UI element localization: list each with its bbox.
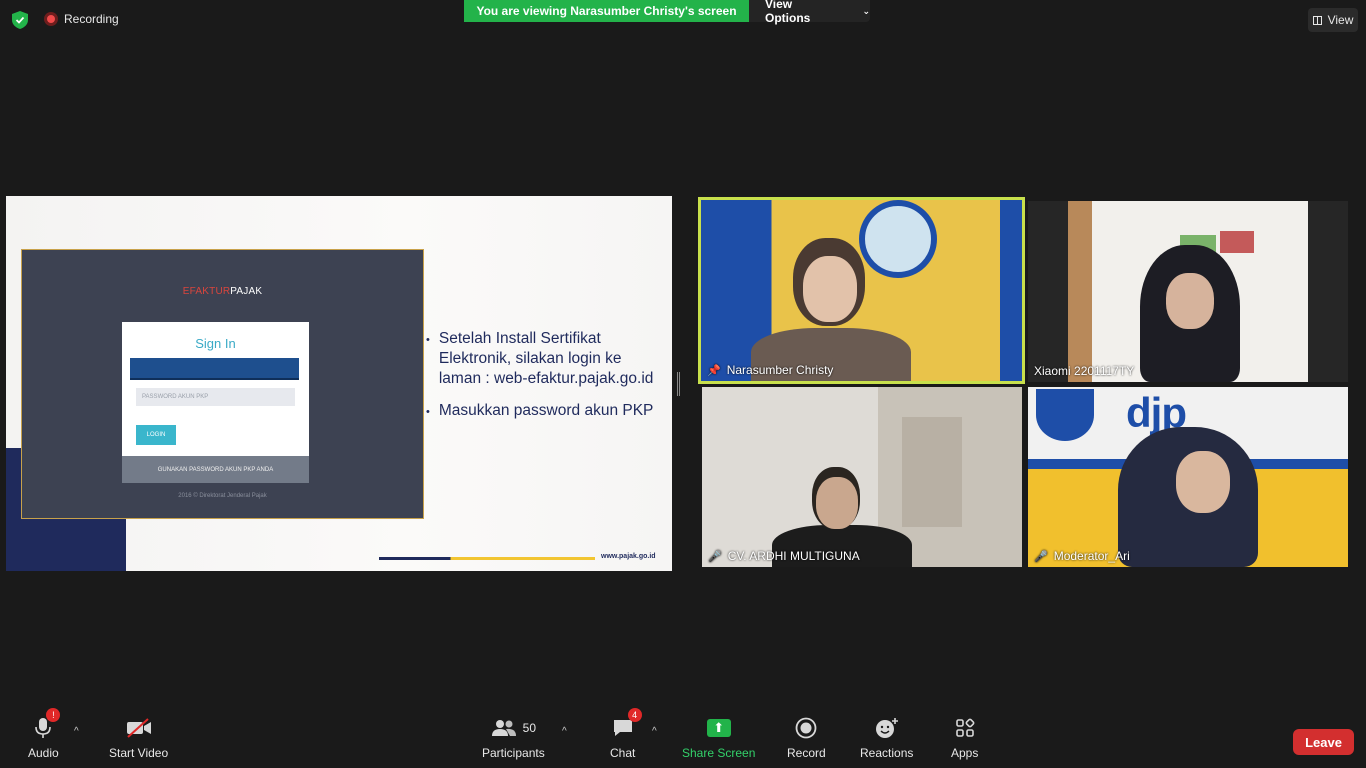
- chat-options-caret[interactable]: ^: [652, 726, 657, 737]
- apps-icon: [955, 716, 975, 740]
- view-button-label: View: [1327, 13, 1354, 27]
- view-options-button[interactable]: View Options ⌄: [749, 0, 870, 25]
- chat-button[interactable]: 4 Chat: [610, 708, 642, 760]
- split-view-handle[interactable]: [677, 372, 680, 396]
- participants-label: Participants: [482, 746, 545, 760]
- record-icon: [795, 716, 817, 740]
- record-button[interactable]: Record: [787, 716, 826, 760]
- reactions-button[interactable]: Reactions: [860, 716, 913, 760]
- slide-bullet: • Setelah Install Sertifikat Elektronik,…: [426, 329, 658, 389]
- participant-name-label: Xiaomi 2201117TY: [1034, 364, 1134, 378]
- participants-count: 50: [522, 721, 537, 735]
- audio-options-caret[interactable]: ^: [74, 726, 79, 737]
- mic-muted-icon: 🎤: [708, 550, 722, 563]
- participant-name: Moderator_Ari: [1053, 549, 1130, 563]
- participant-name: Narasumber Christy: [726, 363, 834, 377]
- share-screen-button[interactable]: ⬆ Share Screen: [682, 716, 755, 760]
- login-footer: GUNAKAN PASSWORD AKUN PKP ANDA: [122, 456, 309, 483]
- pin-icon: 📌: [707, 364, 721, 377]
- video-tile-moderator-ari[interactable]: djp 🎤 Moderator_Ari: [1028, 387, 1348, 567]
- tile-background-poster: [1220, 231, 1254, 253]
- participants-icon: 50: [491, 716, 536, 740]
- recording-dot-icon: [44, 12, 58, 26]
- slide-footer-bar: [379, 557, 595, 560]
- brand-white-text: PAJAK: [230, 286, 263, 297]
- kemenkeu-logo: [1036, 389, 1094, 441]
- login-button: LOGIN: [136, 425, 176, 445]
- microphone-icon: !: [34, 708, 61, 740]
- bullet-dot-icon: •: [426, 406, 430, 418]
- participant-face: [1176, 451, 1230, 513]
- bullet-text: Masukkan password akun PKP: [438, 402, 654, 419]
- record-label: Record: [787, 746, 826, 760]
- login-card: Sign In PASSWORD AKUN PKP LOGIN: [122, 322, 309, 456]
- slide-bullets: • Setelah Install Sertifikat Elektronik,…: [426, 329, 658, 434]
- participant-name-label: 🎤 CV. ARDHI MULTIGUNA: [708, 549, 860, 563]
- participant-name-label: 📌 Narasumber Christy: [707, 363, 833, 377]
- audio-label: Audio: [28, 746, 59, 760]
- shared-screen: EFAKTURPAJAK Sign In PASSWORD AKUN PKP L…: [6, 196, 672, 571]
- participant-face: [816, 477, 858, 529]
- participant-name-label: 🎤 Moderator_Ari: [1034, 549, 1130, 563]
- mic-muted-icon: 🎤: [1034, 550, 1048, 563]
- tile-background-circle: [859, 200, 937, 278]
- smiley-plus-icon: [875, 716, 899, 740]
- tile-background-bar: [1000, 200, 1022, 381]
- brand-red-text: EFAKTUR: [182, 286, 231, 297]
- share-screen-label: Share Screen: [682, 746, 756, 760]
- chat-unread-badge: 4: [627, 708, 642, 722]
- reactions-label: Reactions: [860, 746, 914, 760]
- start-video-label: Start Video: [109, 746, 169, 760]
- recording-label: Recording: [64, 12, 119, 26]
- tile-background-frame: [902, 417, 962, 527]
- efaktur-login-screenshot: EFAKTURPAJAK Sign In PASSWORD AKUN PKP L…: [21, 249, 424, 519]
- chat-icon: 4: [612, 708, 642, 740]
- video-tile-narasumber-christy[interactable]: 📌 Narasumber Christy: [698, 197, 1025, 384]
- security-shield-icon[interactable]: [12, 11, 28, 29]
- audio-alert-badge: !: [46, 708, 61, 722]
- efaktur-brand: EFAKTURPAJAK: [22, 286, 423, 297]
- slide-bullet: • Masukkan password akun PKP: [426, 401, 658, 422]
- login-title: Sign In: [195, 336, 236, 351]
- participant-face: [803, 256, 857, 322]
- view-options-label: View Options: [765, 0, 811, 25]
- viewing-screen-banner: You are viewing Narasumber Christy's scr…: [464, 0, 749, 22]
- apps-label: Apps: [951, 746, 979, 760]
- chat-label: Chat: [610, 746, 636, 760]
- video-off-icon: [126, 716, 152, 740]
- video-tile-cv-ardhi-multiguna[interactable]: 🎤 CV. ARDHI MULTIGUNA: [702, 387, 1022, 567]
- apps-button[interactable]: Apps: [951, 716, 978, 760]
- bullet-text: Setelah Install Sertifikat Elektronik, s…: [438, 330, 654, 387]
- bullet-dot-icon: •: [426, 334, 430, 346]
- view-button[interactable]: View: [1308, 8, 1358, 32]
- participant-name: CV. ARDHI MULTIGUNA: [727, 549, 860, 563]
- recording-indicator[interactable]: Recording: [44, 12, 119, 26]
- password-field: PASSWORD AKUN PKP: [136, 388, 295, 406]
- login-copyright: 2016 © Direktorat Jenderal Pajak: [178, 493, 267, 499]
- start-video-button[interactable]: Start Video: [109, 716, 168, 760]
- share-screen-icon: ⬆: [706, 716, 731, 740]
- participant-face: [1166, 273, 1214, 329]
- view-layout-icon: [1312, 15, 1322, 25]
- audio-button[interactable]: ! Audio: [28, 708, 61, 760]
- leave-button[interactable]: Leave: [1293, 729, 1354, 755]
- tile-background-door: [1068, 201, 1092, 382]
- username-field: [130, 358, 299, 380]
- video-tile-xiaomi[interactable]: Xiaomi 2201117TY: [1028, 201, 1348, 382]
- chevron-down-icon: ⌄: [862, 5, 870, 16]
- participant-name: Xiaomi 2201117TY: [1034, 364, 1135, 378]
- slide-url: www.pajak.go.id: [601, 553, 656, 560]
- participants-options-caret[interactable]: ^: [562, 726, 567, 737]
- participants-button[interactable]: 50 Participants: [482, 716, 545, 760]
